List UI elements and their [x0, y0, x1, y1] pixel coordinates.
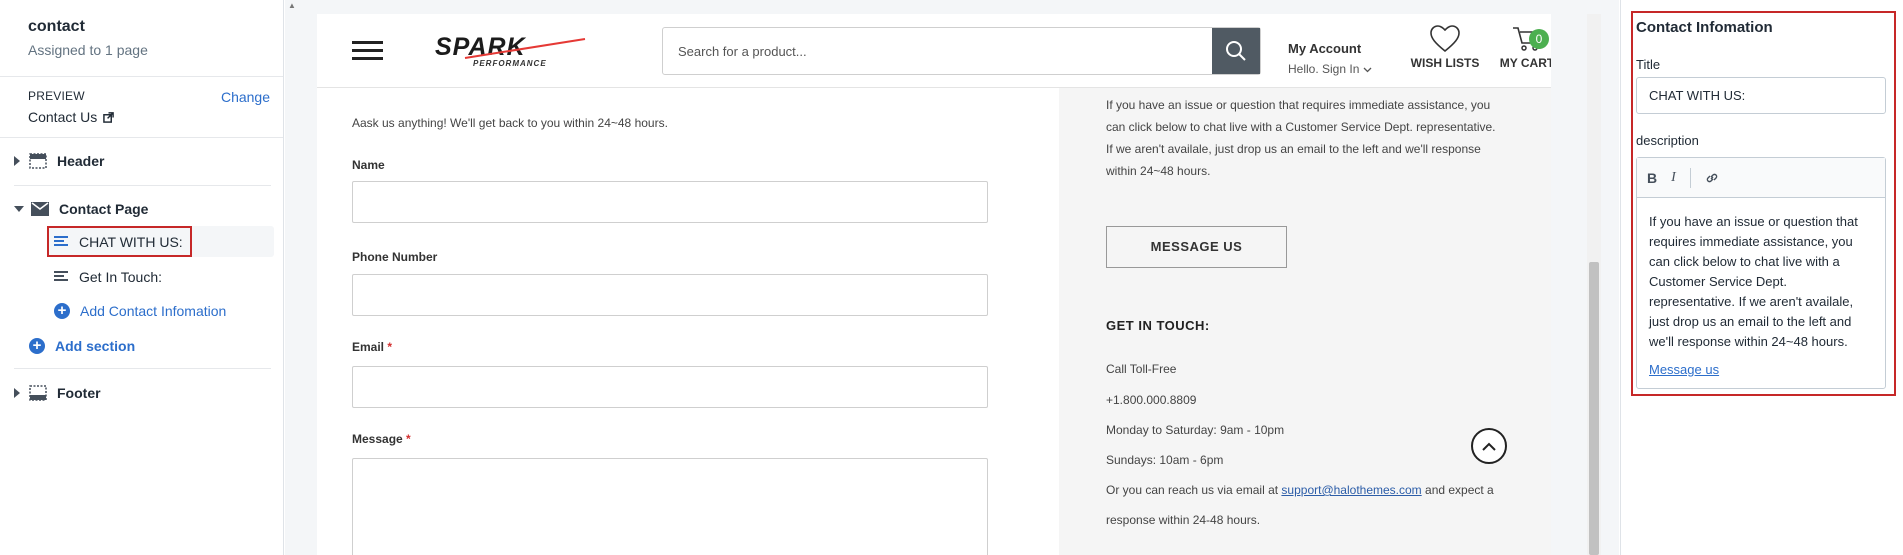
name-field[interactable]: [352, 181, 988, 223]
phone-number: +1.800.000.8809: [1106, 393, 1197, 407]
menu-icon[interactable]: [352, 41, 383, 61]
message-us-link[interactable]: Message us: [1649, 360, 1719, 380]
template-title: contact: [28, 18, 85, 35]
preview-value: Contact Us: [28, 109, 98, 125]
link-icon[interactable]: [1705, 171, 1719, 185]
editor-toolbar: B I: [1637, 158, 1885, 198]
search-input[interactable]: Search for a product...: [678, 44, 807, 59]
sidebar-item-label: Footer: [57, 385, 101, 401]
add-block-button[interactable]: + Add Contact Infomation: [54, 303, 226, 319]
preview-link[interactable]: Contact Us: [28, 109, 255, 125]
add-section-label: Add section: [55, 338, 136, 354]
add-section-button[interactable]: + Add section: [29, 338, 135, 354]
call-label: Call Toll-Free: [1106, 362, 1177, 376]
cart-count-badge: 0: [1529, 29, 1549, 49]
plus-circle-icon: +: [54, 303, 70, 319]
search-bar[interactable]: Search for a product...: [662, 27, 1261, 75]
response-line: response within 24-48 hours.: [1106, 513, 1261, 527]
weekday-hours: Monday to Saturday: 9am - 10pm: [1106, 423, 1285, 437]
sidebar-item-footer[interactable]: Footer: [14, 385, 101, 401]
svg-text:PERFORMANCE: PERFORMANCE: [473, 59, 547, 67]
search-button[interactable]: [1212, 28, 1260, 74]
panel-title: Contact Infomation: [1636, 19, 1773, 36]
chat-description: If you have an issue or question that re…: [1106, 98, 1496, 178]
wishlist-link[interactable]: WISH LISTS: [1405, 25, 1485, 70]
template-subtitle: Assigned to 1 page: [28, 42, 148, 58]
sidebar-item-label: Contact Page: [59, 201, 149, 217]
highlight-box: [47, 226, 192, 257]
svg-text:SPARK: SPARK: [435, 33, 527, 61]
storefront-preview: SPARK PERFORMANCE Search for a product..…: [317, 14, 1551, 555]
preview-section: PREVIEW Contact Us Change: [0, 77, 283, 138]
text-block-icon: [54, 271, 68, 283]
footer-section-icon: [29, 385, 47, 401]
description-label: description: [1636, 133, 1699, 148]
theme-header: contact Assigned to 1 page: [0, 0, 283, 77]
description-editor[interactable]: B I If you have an issue or question tha…: [1636, 157, 1886, 389]
preview-area: SPARK PERFORMANCE Search for a product..…: [285, 0, 1619, 555]
envelope-icon: [31, 202, 49, 216]
contact-info: If you have an issue or question that re…: [1059, 88, 1551, 555]
expand-caret-icon[interactable]: [14, 388, 20, 398]
divider: [14, 368, 271, 369]
message-label: Message *: [352, 432, 411, 446]
brand-logo[interactable]: SPARK PERFORMANCE: [435, 33, 590, 67]
plus-circle-icon: +: [29, 338, 45, 354]
sidebar-item-header[interactable]: Header: [14, 153, 104, 169]
description-text: If you have an issue or question that re…: [1649, 214, 1858, 349]
get-in-touch-heading: GET IN TOUCH:: [1106, 318, 1210, 333]
message-us-button[interactable]: MESSAGE US: [1106, 226, 1287, 268]
email-field[interactable]: [352, 366, 988, 408]
bold-button[interactable]: B: [1647, 170, 1657, 186]
chevron-down-icon: [1363, 67, 1372, 73]
settings-panel: Contact Infomation Title CHAT WITH US: d…: [1620, 0, 1903, 555]
search-icon: [1226, 41, 1246, 61]
chevron-up-icon: [1482, 442, 1496, 451]
support-email-link[interactable]: support@halothemes.com: [1281, 483, 1421, 497]
email-line: Or you can reach us via email at support…: [1106, 483, 1494, 497]
phone-field[interactable]: [352, 274, 988, 316]
editor-content[interactable]: If you have an issue or question that re…: [1637, 198, 1885, 394]
sunday-hours: Sundays: 10am - 6pm: [1106, 453, 1224, 467]
cart-label: MY CART: [1499, 56, 1551, 70]
email-label: Email *: [352, 340, 393, 354]
sidebar-item-contact-page[interactable]: Contact Page: [14, 201, 148, 217]
block-label: Get In Touch:: [79, 269, 163, 285]
external-link-icon: [103, 111, 115, 123]
header-section-icon: [29, 153, 47, 169]
form-intro: Aask us anything! We'll get back to you …: [352, 116, 668, 130]
collapse-caret-icon[interactable]: [14, 206, 24, 212]
block-item-get-in-touch[interactable]: Get In Touch:: [54, 269, 162, 285]
scroll-up-arrow-icon[interactable]: ▲: [288, 1, 296, 10]
top-strip: [285, 0, 1619, 14]
sections-sidebar: contact Assigned to 1 page PREVIEW Conta…: [0, 0, 284, 555]
title-label: Title: [1636, 57, 1661, 72]
account-sub: Hello. Sign In: [1288, 62, 1360, 76]
name-label: Name: [352, 158, 385, 172]
cart-link[interactable]: 0 MY CART: [1497, 25, 1551, 70]
account-menu[interactable]: My Account Hello. Sign In: [1288, 41, 1372, 76]
message-field[interactable]: [352, 458, 988, 555]
divider: [14, 185, 271, 186]
wishlist-label: WISH LISTS: [1410, 56, 1480, 70]
sidebar-item-label: Header: [57, 153, 105, 169]
change-button[interactable]: Change: [221, 89, 270, 105]
title-input[interactable]: CHAT WITH US:: [1636, 77, 1886, 114]
scrollbar-thumb[interactable]: [1589, 262, 1599, 555]
heart-icon: [1430, 25, 1460, 53]
toolbar-divider: [1689, 167, 1691, 188]
phone-label: Phone Number: [352, 250, 438, 264]
expand-caret-icon[interactable]: [14, 156, 20, 166]
back-to-top-button[interactable]: [1471, 428, 1507, 464]
italic-button[interactable]: I: [1671, 170, 1676, 186]
account-title: My Account: [1288, 41, 1362, 56]
add-block-label: Add Contact Infomation: [80, 303, 227, 319]
store-header: SPARK PERFORMANCE Search for a product..…: [317, 14, 1551, 88]
